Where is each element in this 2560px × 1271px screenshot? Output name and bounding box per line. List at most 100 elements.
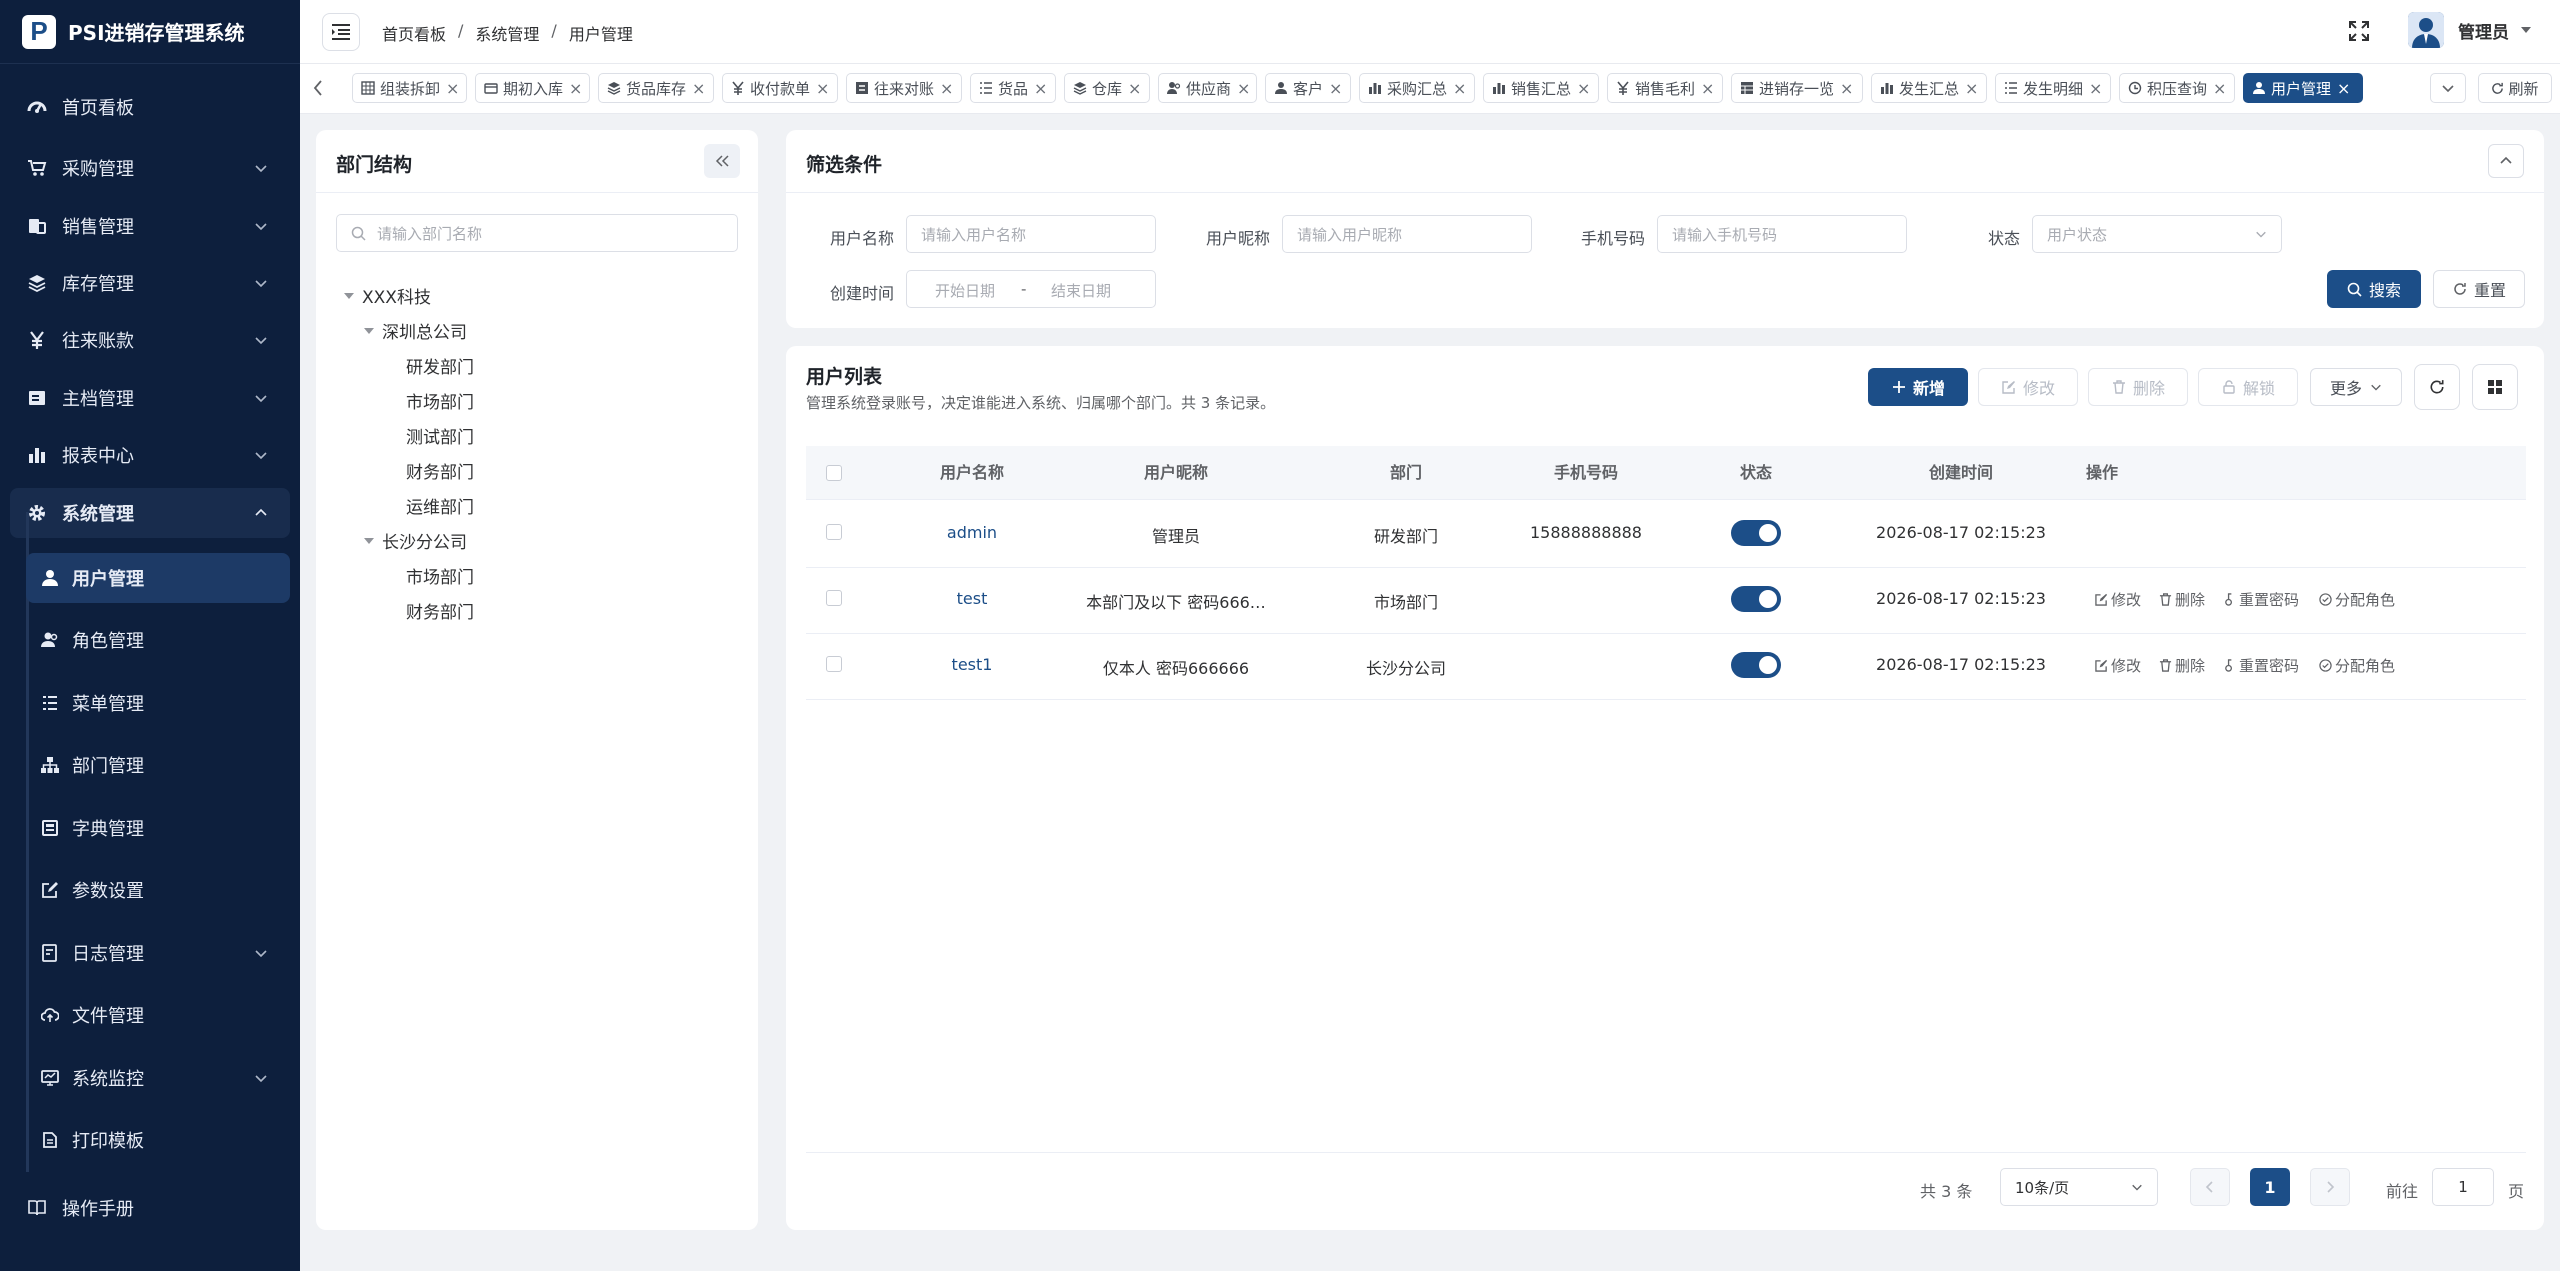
tabs-dropdown-button[interactable] — [2430, 73, 2466, 103]
row-delete-action[interactable]: 删除 — [2158, 655, 2205, 676]
table-row[interactable]: test 本部门及以下 密码666… 市场部门 2026-08-17 02:15… — [806, 568, 2526, 633]
row-reset-password-action[interactable]: 重置密码 — [2222, 655, 2299, 676]
breadcrumb-home[interactable]: 首页看板 — [382, 21, 446, 45]
tree-node-shenzhen[interactable]: 深圳总公司 — [364, 318, 467, 343]
tabs-scroll-left[interactable] — [312, 78, 324, 98]
tree-node[interactable]: 研发部门 — [406, 353, 474, 378]
close-icon[interactable]: × — [1128, 79, 1141, 98]
row-assign-role-action[interactable]: 分配角色 — [2318, 589, 2395, 610]
row-checkbox[interactable] — [826, 524, 842, 540]
select-all-checkbox[interactable] — [826, 465, 842, 481]
app-logo[interactable]: P PSI进销存管理系统 — [0, 0, 300, 64]
sidebar-item-log-management[interactable]: 日志管理 — [26, 928, 290, 978]
collapse-dept-button[interactable] — [704, 144, 740, 178]
row-edit-action[interactable]: 修改 — [2094, 655, 2141, 676]
edit-button[interactable]: 修改 — [1978, 368, 2078, 406]
close-icon[interactable]: × — [816, 79, 829, 98]
row-edit-action[interactable]: 修改 — [2094, 589, 2141, 610]
tree-node[interactable]: 市场部门 — [406, 388, 474, 413]
collapse-sidebar-button[interactable] — [322, 13, 360, 51]
tree-node[interactable]: 财务部门 — [406, 458, 474, 483]
tree-node-root[interactable]: XXX科技 — [344, 283, 431, 308]
page-size-select[interactable]: 10条/页 — [2000, 1168, 2158, 1206]
row-delete-action[interactable]: 删除 — [2158, 589, 2205, 610]
fullscreen-button[interactable] — [2348, 20, 2370, 42]
close-icon[interactable]: × — [1965, 79, 1978, 98]
row-reset-password-action[interactable]: 重置密码 — [2222, 589, 2299, 610]
tab-occurrence-summary[interactable]: 发生汇总 × — [1871, 73, 1987, 103]
more-button[interactable]: 更多 — [2310, 368, 2402, 406]
status-select[interactable]: 用户状态 — [2032, 215, 2282, 253]
table-row[interactable]: test1 仅本人 密码666666 长沙分公司 2026-08-17 02:1… — [806, 634, 2526, 699]
status-toggle[interactable] — [1731, 652, 1781, 678]
close-icon[interactable]: × — [1453, 79, 1466, 98]
close-icon[interactable]: × — [2089, 79, 2102, 98]
sidebar-item-print-template[interactable]: 打印模板 — [26, 1115, 290, 1165]
search-button[interactable]: 搜索 — [2327, 270, 2421, 308]
tab-sales-summary[interactable]: 销售汇总 × — [1483, 73, 1599, 103]
close-icon[interactable]: × — [1701, 79, 1714, 98]
tab-warehouse[interactable]: 仓库 × — [1064, 73, 1150, 103]
user-menu[interactable]: 管理员 — [2408, 12, 2531, 48]
sidebar-item-menu-management[interactable]: 菜单管理 — [26, 678, 290, 728]
close-icon[interactable]: × — [940, 79, 953, 98]
close-icon[interactable]: × — [1840, 79, 1853, 98]
sidebar-item-user-management[interactable]: 用户管理 — [26, 553, 290, 603]
date-range-picker[interactable]: 开始日期 - 结束日期 — [906, 270, 1156, 308]
next-page-button[interactable] — [2310, 1168, 2350, 1206]
sidebar-item-reports[interactable]: 报表中心 — [10, 430, 290, 480]
username-cell[interactable]: test — [892, 589, 1052, 608]
column-settings-button[interactable] — [2472, 364, 2518, 410]
close-icon[interactable]: × — [569, 79, 582, 98]
row-checkbox[interactable] — [826, 590, 842, 606]
sidebar-item-param-settings[interactable]: 参数设置 — [26, 865, 290, 915]
username-input[interactable]: 请输入用户名称 — [906, 215, 1156, 253]
close-icon[interactable]: × — [692, 79, 705, 98]
row-assign-role-action[interactable]: 分配角色 — [2318, 655, 2395, 676]
tab-goods[interactable]: 货品 × — [970, 73, 1056, 103]
close-icon[interactable]: × — [2337, 79, 2350, 98]
tree-node-changsha[interactable]: 长沙分公司 — [364, 528, 467, 553]
close-icon[interactable]: × — [2213, 79, 2226, 98]
close-icon[interactable]: × — [1329, 79, 1342, 98]
goto-page-input[interactable]: 1 — [2432, 1168, 2494, 1206]
tab-goods-stock[interactable]: 货品库存 × — [598, 73, 714, 103]
close-icon[interactable]: × — [1034, 79, 1047, 98]
sidebar-item-purchase[interactable]: 采购管理 — [10, 143, 290, 193]
sidebar-item-dict-management[interactable]: 字典管理 — [26, 803, 290, 853]
tab-backlog-query[interactable]: 积压查询 × — [2119, 73, 2235, 103]
sidebar-item-file-management[interactable]: 文件管理 — [26, 990, 290, 1040]
tab-psi-overview[interactable]: 进销存一览 × — [1731, 73, 1863, 103]
status-toggle[interactable] — [1731, 586, 1781, 612]
tree-node[interactable]: 财务部门 — [406, 598, 474, 623]
tab-purchase-summary[interactable]: 采购汇总 × — [1359, 73, 1475, 103]
sidebar-item-role-management[interactable]: 角色管理 — [26, 615, 290, 665]
tree-node[interactable]: 运维部门 — [406, 493, 474, 518]
sidebar-item-system[interactable]: 系统管理 — [10, 488, 290, 538]
dept-search-input[interactable]: 请输入部门名称 — [336, 214, 738, 252]
tab-reconcile[interactable]: 往来对账 × — [846, 73, 962, 103]
phone-input[interactable]: 请输入手机号码 — [1657, 215, 1907, 253]
page-number-button[interactable]: 1 — [2250, 1168, 2290, 1206]
sidebar-item-manual[interactable]: 操作手册 — [10, 1183, 290, 1233]
tab-occurrence-detail[interactable]: 发生明细 × — [1995, 73, 2111, 103]
sidebar-item-accounts[interactable]: 往来账款 — [10, 315, 290, 365]
username-cell[interactable]: test1 — [892, 655, 1052, 674]
close-icon[interactable]: × — [1577, 79, 1590, 98]
tab-opening-stock[interactable]: 期初入库 × — [475, 73, 590, 103]
sidebar-item-inventory[interactable]: 库存管理 — [10, 258, 290, 308]
add-button[interactable]: 新增 — [1868, 368, 1968, 406]
close-icon[interactable]: × — [1237, 79, 1250, 98]
sidebar-item-master-data[interactable]: 主档管理 — [10, 373, 290, 423]
breadcrumb-system[interactable]: 系统管理 — [475, 21, 539, 45]
sidebar-item-sales[interactable]: 销售管理 — [10, 201, 290, 251]
row-checkbox[interactable] — [826, 656, 842, 672]
username-cell[interactable]: admin — [892, 523, 1052, 542]
tabs-refresh-button[interactable]: 刷新 — [2478, 73, 2552, 103]
tab-payments[interactable]: 收付款单 × — [722, 73, 838, 103]
table-row[interactable]: admin 管理员 研发部门 15888888888 2026-08-17 02… — [806, 501, 2526, 566]
reset-button[interactable]: 重置 — [2433, 270, 2525, 308]
tab-user-management[interactable]: 用户管理 × — [2243, 73, 2363, 103]
tab-customer[interactable]: 客户 × — [1265, 73, 1351, 103]
unlock-button[interactable]: 解锁 — [2198, 368, 2298, 406]
